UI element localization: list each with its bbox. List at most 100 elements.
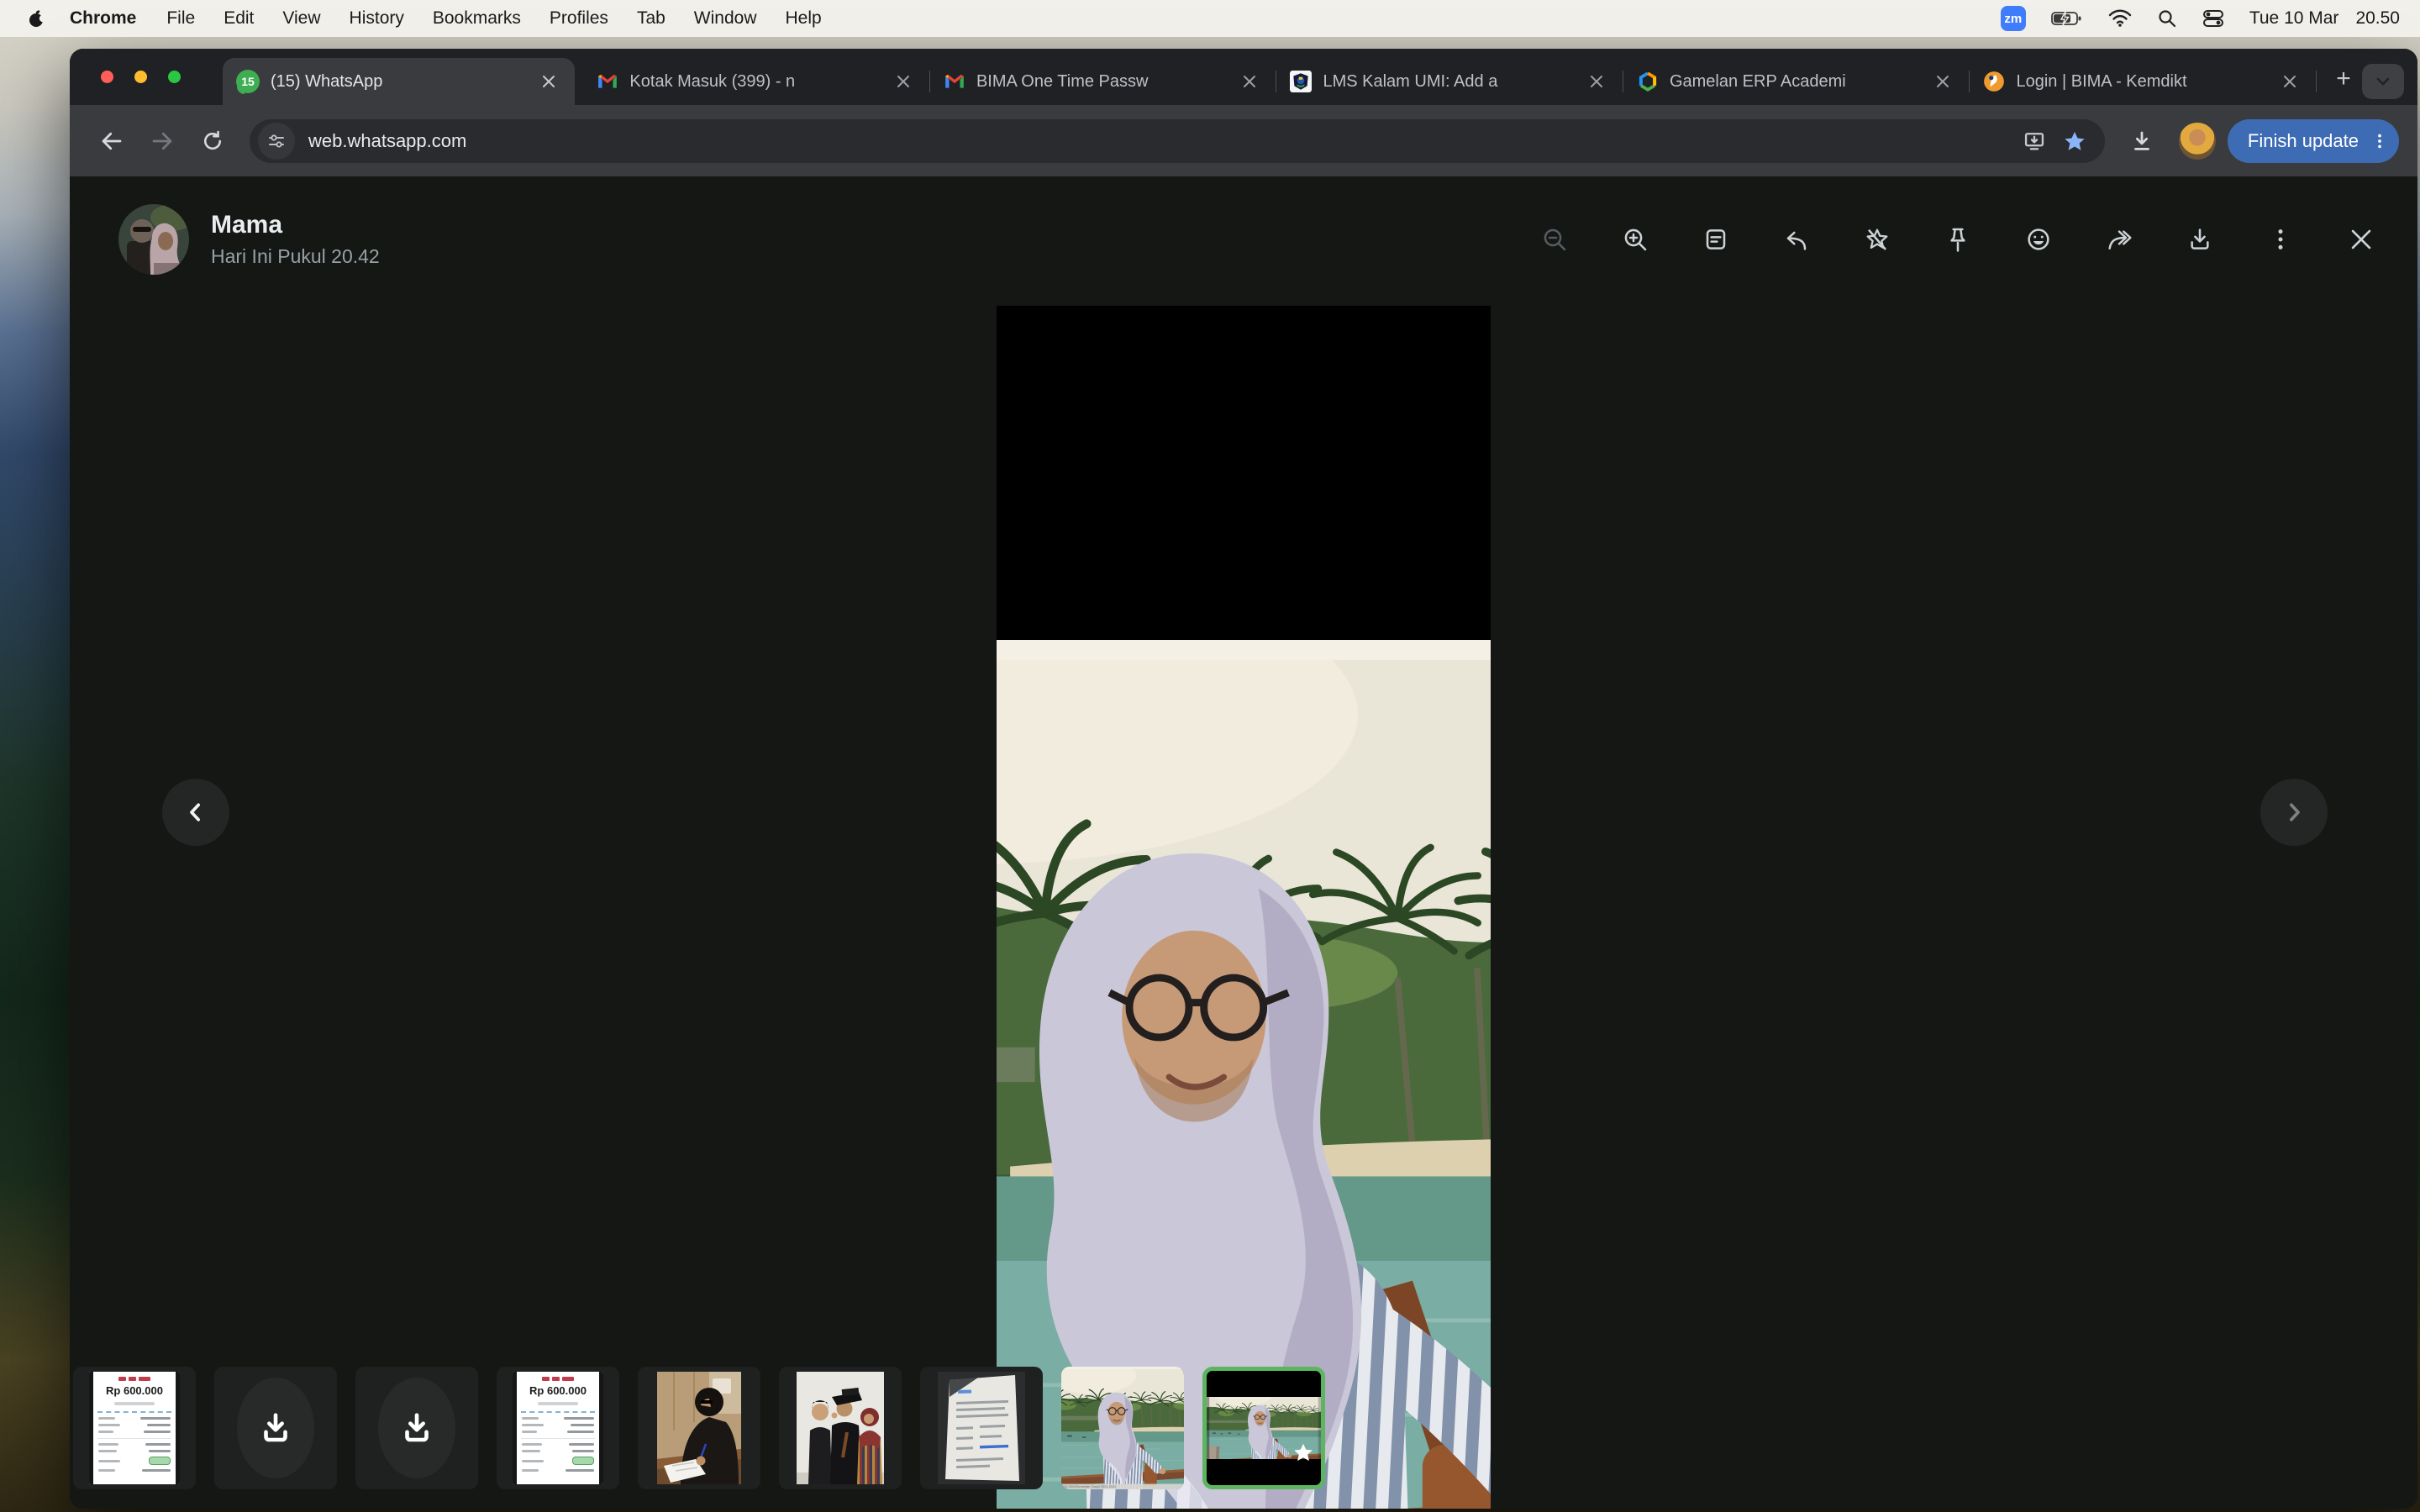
thumbnail-photo-beach-selected[interactable] [1202, 1367, 1325, 1489]
previous-media-button[interactable] [162, 779, 229, 846]
tab-title: (15) WhatsApp [271, 72, 536, 92]
tab-gmail-inbox[interactable]: Kotak Masuk (399) - n [583, 58, 929, 105]
close-tab-icon[interactable] [891, 69, 916, 94]
url-text[interactable]: web.whatsapp.com [308, 130, 2016, 152]
tab-gamelan-erp[interactable]: Gamelan ERP Academi [1623, 58, 1970, 105]
menu-item-history[interactable]: History [335, 8, 418, 29]
menu-item-help[interactable]: Help [771, 8, 836, 29]
thumbnail-receipt[interactable]: Rp 600.000 [497, 1367, 619, 1489]
message-timestamp: Hari Ini Pukul 20.42 [211, 245, 380, 268]
menu-bar-clock[interactable]: Tue 10 Mar 20.50 [2249, 8, 2400, 29]
reload-icon[interactable] [192, 121, 233, 161]
next-media-button[interactable] [2260, 779, 2328, 846]
thumbnail-photo-writing[interactable] [638, 1367, 760, 1489]
photo-document [938, 1372, 1025, 1484]
sender-name: Mama [211, 211, 380, 239]
tab-strip: 15 (15) WhatsApp Kotak Masuk (399) - n [70, 49, 2417, 105]
close-tab-icon[interactable] [1237, 69, 1262, 94]
close-tab-icon[interactable] [1584, 69, 1609, 94]
finish-update-label: Finish update [2248, 130, 2359, 152]
chrome-window: 15 (15) WhatsApp Kotak Masuk (399) - n [70, 49, 2417, 1509]
receipt-amount: Rp 600.000 [89, 1384, 180, 1397]
tab-bima-otp[interactable]: BIMA One Time Passw [930, 58, 1276, 105]
address-bar[interactable]: web.whatsapp.com [250, 119, 2105, 163]
new-tab-button[interactable]: + [2325, 60, 2362, 97]
menu-item-file[interactable]: File [152, 8, 209, 29]
tab-title: Gamelan ERP Academi [1670, 72, 1931, 92]
gamelan-hexagon-icon [1637, 71, 1659, 92]
minimize-window-button[interactable] [134, 71, 147, 83]
site-settings-icon[interactable] [258, 123, 295, 160]
viewer-toolbar [1540, 225, 2375, 254]
wifi-icon[interactable] [2108, 9, 2132, 28]
starred-badge-icon [1292, 1441, 1314, 1463]
macos-menu-bar: Chrome File Edit View History Bookmarks … [0, 0, 2420, 37]
menu-item-window[interactable]: Window [680, 8, 771, 29]
back-icon[interactable] [92, 121, 132, 161]
gmail-icon [597, 71, 618, 92]
install-app-icon[interactable] [2016, 123, 2053, 160]
pin-icon[interactable] [1944, 225, 1972, 254]
thumbnail-photo-graduation[interactable] [779, 1367, 902, 1489]
close-tab-icon[interactable] [1930, 69, 1955, 94]
thumbnail-photo-beach[interactable] [1061, 1367, 1184, 1489]
forward-icon[interactable] [142, 121, 182, 161]
zoom-in-icon[interactable] [1621, 225, 1649, 254]
download-icon[interactable] [2186, 225, 2214, 254]
tab-search-button[interactable] [2362, 64, 2404, 99]
tab-title: LMS Kalam UMI: Add a [1323, 72, 1584, 92]
close-tab-icon[interactable] [2277, 69, 2302, 94]
tab-title: BIMA One Time Passw [976, 72, 1238, 92]
whatsapp-image-viewer: Mama Hari Ini Pukul 20.42 [70, 176, 2417, 1509]
fullscreen-window-button[interactable] [168, 71, 181, 83]
thumbnail-photo-document[interactable] [920, 1367, 1043, 1489]
thumbnail-not-downloaded[interactable] [355, 1367, 478, 1489]
tab-login-bima[interactable]: Login | BIMA - Kemdikt [1970, 58, 2316, 105]
whatsapp-badge-icon: 15 [236, 70, 260, 93]
tab-whatsapp[interactable]: 15 (15) WhatsApp [223, 58, 575, 105]
go-to-message-icon[interactable] [1702, 225, 1730, 254]
menu-item-tab[interactable]: Tab [623, 8, 680, 29]
downloads-icon[interactable] [2122, 121, 2162, 161]
close-viewer-icon[interactable] [2347, 225, 2375, 254]
finish-update-button[interactable]: Finish update [2228, 119, 2399, 163]
spotlight-search-icon[interactable] [2157, 8, 2177, 29]
tab-title: Login | BIMA - Kemdikt [2016, 72, 2277, 92]
thumbnail-receipt[interactable]: Rp 600.000 [73, 1367, 196, 1489]
menu-bar-date: Tue 10 Mar [2249, 8, 2339, 29]
bookmark-star-icon[interactable] [2056, 123, 2093, 160]
photo-graduation [797, 1372, 884, 1484]
thumbnail-not-downloaded[interactable] [214, 1367, 337, 1489]
menu-item-view[interactable]: View [268, 8, 334, 29]
unstar-icon[interactable] [1863, 225, 1891, 254]
chat-avatar[interactable] [118, 204, 189, 275]
close-window-button[interactable] [101, 71, 113, 83]
apple-logo-icon[interactable] [20, 8, 54, 29]
zoom-app-icon[interactable]: zm [2001, 6, 2026, 31]
tab-lms-kalam-umi[interactable]: LMS Kalam UMI: Add a [1276, 58, 1623, 105]
browser-menu-kebab-icon[interactable] [2370, 132, 2389, 150]
download-media-icon[interactable] [237, 1378, 314, 1478]
download-media-icon[interactable] [378, 1378, 455, 1478]
viewer-titles: Mama Hari Ini Pukul 20.42 [211, 211, 380, 268]
menu-item-bookmarks[interactable]: Bookmarks [418, 8, 535, 29]
media-stage[interactable] [997, 306, 1491, 1319]
forward-icon[interactable] [2105, 225, 2133, 254]
control-center-icon[interactable] [2202, 8, 2224, 29]
menu-item-edit[interactable]: Edit [209, 8, 268, 29]
gmail-icon [944, 71, 965, 92]
reply-icon[interactable] [1782, 225, 1811, 254]
menu-bar-time: 20.50 [2355, 8, 2400, 29]
menu-app-name[interactable]: Chrome [54, 8, 152, 29]
tab-title: Kotak Masuk (399) - n [629, 72, 891, 92]
profile-avatar[interactable] [2179, 123, 2216, 160]
receipt-image: Rp 600.000 [89, 1372, 180, 1484]
battery-icon[interactable] [2051, 10, 2083, 27]
viewer-menu-kebab-icon[interactable] [2266, 225, 2295, 254]
close-tab-icon[interactable] [536, 69, 561, 94]
tabs: 15 (15) WhatsApp Kotak Masuk (399) - n [223, 58, 2417, 105]
menu-item-profiles[interactable]: Profiles [535, 8, 623, 29]
emoji-icon[interactable] [2024, 225, 2053, 254]
browser-toolbar: web.whatsapp.com Finish update [70, 105, 2417, 176]
zoom-out-icon[interactable] [1540, 225, 1569, 254]
